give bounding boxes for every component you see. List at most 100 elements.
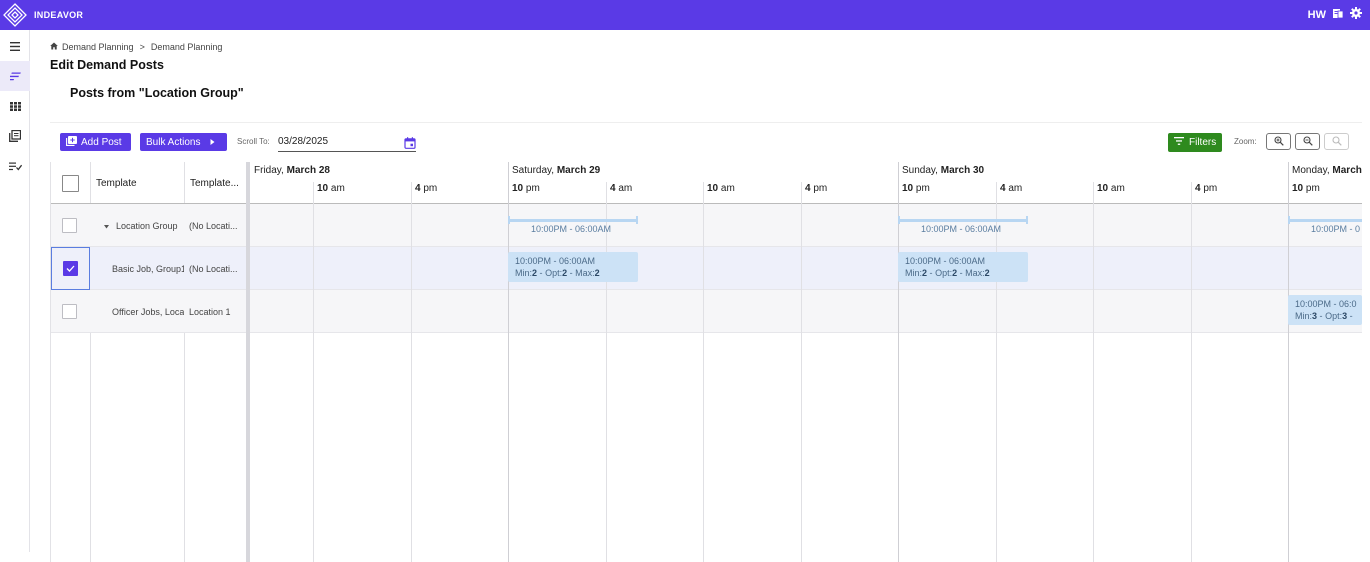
row-checkbox[interactable] [62,204,77,247]
event-counts: Min:2 - Opt:2 - Max:2 [905,268,990,278]
timeline-row [250,204,1362,247]
group-summary-label: 10:00PM - 06:00AM [921,224,1002,234]
row-template: (No Locati... [189,220,238,231]
filters-button[interactable]: Filters [1168,133,1223,152]
hour-tick: 10 pm [1292,183,1320,194]
hour-tick: 10 pm [512,183,540,194]
day-label: Friday, March 28 [254,165,330,176]
column-header-template-location[interactable]: Template... [190,162,239,204]
row-template: (No Locati... [189,263,238,274]
event-time: 10:00PM - 06:00AM [515,256,596,266]
zoom-out-icon [1302,133,1313,151]
hour-tick: 4 pm [805,183,828,194]
group-summary-cap [636,216,638,224]
group-summary-cap [898,216,900,224]
scroll-to-label: Scroll To: [237,137,270,146]
table-row[interactable]: Basic Job, Group1 (No Locati... [51,247,247,290]
event-time: 10:00PM - 06:0 [1295,299,1357,309]
add-post-label: Add Post [81,136,122,148]
table-row[interactable]: Location Group (No Locati... [51,204,247,247]
list-lines-icon[interactable] [0,61,30,91]
top-bar: INDEAVOR HW [0,0,1370,30]
zoom-in-icon [1273,133,1284,151]
hour-tick: 4 pm [1195,183,1218,194]
filters-label: Filters [1189,137,1217,148]
column-header-template[interactable]: Template [96,162,137,204]
breadcrumb: Demand Planning > Demand Planning [50,42,222,52]
row-template: Location 1 [189,306,231,317]
home-icon[interactable] [50,42,58,52]
row-checkbox[interactable] [51,247,90,290]
timeline: Friday, March 28 Saturday, March 29 Sund… [250,162,1362,562]
hour-tick: 4 am [1000,183,1023,194]
table-header: Template Template... [51,162,247,204]
demand-post-event[interactable]: 10:00PM - 06:0 Min:3 - Opt:3 - [1288,295,1362,325]
row-name-text: Location Group [116,220,178,231]
breadcrumb-item[interactable]: Demand Planning [62,42,134,52]
hour-tick: 10 pm [902,183,930,194]
section-title: Posts from "Location Group" [70,86,244,100]
hour-tick: 10 am [317,183,345,194]
hour-tick: 10 am [707,183,735,194]
hour-tick: 4 am [610,183,633,194]
checkmark-icon [63,261,78,276]
page-title: Edit Demand Posts [50,58,164,72]
gear-icon[interactable] [1350,6,1362,24]
select-all-checkbox[interactable] [62,174,79,192]
zoom-out-button[interactable] [1295,133,1320,150]
breadcrumb-item[interactable]: Demand Planning [151,42,223,52]
row-name: Basic Job, Group1 [112,263,184,274]
group-summary-bar [1288,219,1362,222]
grid-icon[interactable] [0,91,30,121]
hour-tick: 10 am [1097,183,1125,194]
add-post-icon [66,135,77,149]
zoom-reset-button[interactable] [1324,133,1349,150]
document-icon[interactable] [1332,6,1344,24]
expand-caret-icon[interactable] [104,221,109,231]
timeline-row [250,247,1362,290]
row-checkbox[interactable] [62,290,77,333]
breadcrumb-separator: > [139,42,145,52]
demand-post-event[interactable]: 10:00PM - 06:00AM Min:2 - Opt:2 - Max:2 [898,252,1028,282]
group-summary-label: 10:00PM - 0 [1311,224,1361,234]
group-summary-cap [1288,216,1290,224]
scroll-to-date-input[interactable]: 03/28/2025 [278,132,416,152]
user-initials[interactable]: HW [1308,9,1326,21]
timeline-row [250,290,1362,333]
zoom-label: Zoom: [1234,137,1257,146]
event-counts: Min:3 - Opt:3 - [1295,311,1353,321]
add-post-button[interactable]: Add Post [60,133,131,151]
hour-tick: 4 pm [415,183,438,194]
day-label: Saturday, March 29 [512,165,601,176]
group-summary-label: 10:00PM - 06:00AM [531,224,612,234]
group-summary-bar [508,219,638,222]
scroll-to-date-value: 03/28/2025 [278,136,329,147]
day-label: Sunday, March 30 [902,165,985,176]
diamond-logo-icon[interactable] [1,1,29,29]
caret-right-icon [210,137,215,148]
zoom-in-button[interactable] [1266,133,1291,150]
demand-post-event[interactable]: 10:00PM - 06:00AM Min:2 - Opt:2 - Max:2 [508,252,638,282]
timeline-header-border [250,203,1362,204]
checklist-icon[interactable] [0,151,30,181]
zoom-reset-icon [1331,133,1342,151]
row-name: Officer Jobs, Loca [112,306,184,317]
posts-table: Template Template... Location Group (No … [50,162,247,562]
calendar-icon[interactable] [404,136,416,154]
demand-posts-panel: Add Post Bulk Actions Scroll To: 03/28/2… [50,122,1362,562]
event-counts: Min:2 - Opt:2 - Max:2 [515,268,600,278]
bulk-actions-label: Bulk Actions [146,136,201,148]
event-time: 10:00PM - 06:00AM [905,256,986,266]
side-nav [0,30,30,552]
library-icon[interactable] [0,121,30,151]
hamburger-icon[interactable] [0,31,30,61]
table-row[interactable]: Officer Jobs, Loca Location 1 [51,290,247,333]
group-summary-bar [898,219,1028,222]
bulk-actions-button[interactable]: Bulk Actions [140,133,227,151]
group-summary-cap [1026,216,1028,224]
day-label: Monday, March [1292,165,1362,176]
group-summary-cap [508,216,510,224]
brand-name: INDEAVOR [34,10,84,20]
row-name: Location Group [104,204,184,247]
filter-icon [1174,137,1184,148]
